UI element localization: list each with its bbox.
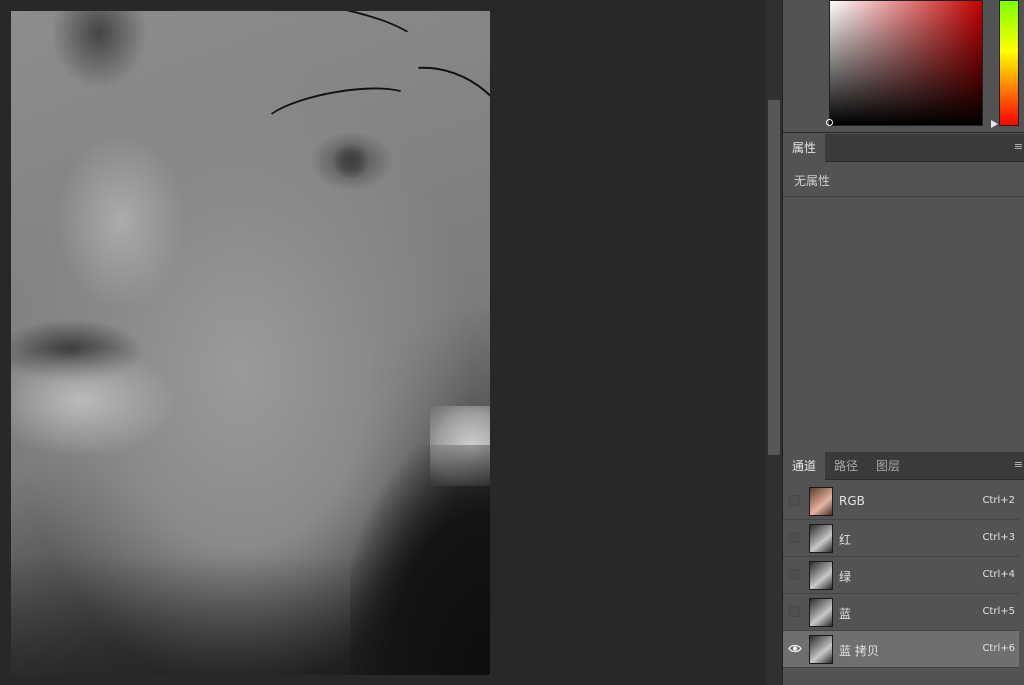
tab-layers[interactable]: 图层 (867, 452, 909, 480)
channel-name: 蓝 (839, 607, 852, 621)
channel-shortcut: Ctrl+4 (982, 569, 1015, 580)
panel-menu-icon[interactable]: ≡ (1014, 141, 1023, 152)
channel-row-rgb[interactable]: RGB Ctrl+2 (783, 483, 1019, 520)
color-picker-marker[interactable] (826, 119, 833, 126)
panel-menu-icon[interactable]: ≡ (1014, 459, 1023, 470)
channel-list: RGB Ctrl+2 红 Ctrl+3 绿 Ctrl+4 蓝 Ctrl+5 蓝 … (783, 483, 1019, 668)
color-panel (783, 0, 1024, 133)
tab-channels[interactable]: 通道 (783, 452, 826, 480)
grayscale-portrait-image[interactable] (11, 11, 490, 675)
visibility-toggle[interactable] (789, 495, 800, 506)
channels-panel: 通道 路径 图层 ≡ RGB Ctrl+2 红 Ctrl+3 绿 Ctrl+4 … (783, 452, 1024, 685)
channels-tabbar: 通道 路径 图层 ≡ (783, 452, 1024, 480)
eye-icon[interactable] (788, 643, 802, 654)
channel-name: 红 (839, 533, 852, 547)
channel-shortcut: Ctrl+6 (982, 643, 1015, 654)
visibility-toggle[interactable] (789, 569, 800, 580)
channel-thumbnail (809, 635, 833, 664)
right-panel-dock: 属性 ≡ 无属性 通道 路径 图层 ≡ RGB Ctrl+2 红 Ctrl+3 (782, 0, 1024, 685)
channel-thumbnail (809, 524, 833, 553)
no-properties-text: 无属性 (794, 174, 831, 188)
scrollbar-thumb[interactable] (768, 100, 780, 455)
channel-name: 蓝 拷贝 (839, 644, 879, 658)
channel-shortcut: Ctrl+2 (982, 495, 1015, 506)
channel-row-blue[interactable]: 蓝 Ctrl+5 (783, 594, 1019, 631)
hue-slider[interactable] (999, 0, 1019, 126)
tab-paths[interactable]: 路径 (825, 452, 867, 480)
document-canvas[interactable] (0, 0, 766, 685)
hue-slider-arrow-icon[interactable] (991, 120, 998, 128)
channel-row-red[interactable]: 红 Ctrl+3 (783, 520, 1019, 557)
channel-thumbnail (809, 487, 833, 516)
channel-shortcut: Ctrl+5 (982, 606, 1015, 617)
visibility-toggle[interactable] (789, 532, 800, 543)
channel-row-green[interactable]: 绿 Ctrl+4 (783, 557, 1019, 594)
vertical-scrollbar[interactable] (766, 0, 782, 685)
tab-properties[interactable]: 属性 (783, 134, 826, 162)
hair-shadow (350, 445, 490, 675)
color-saturation-field[interactable] (829, 0, 983, 126)
channel-thumbnail (809, 598, 833, 627)
properties-panel: 属性 ≡ 无属性 (783, 134, 1024, 450)
channel-thumbnail (809, 561, 833, 590)
channel-row-blue-copy[interactable]: 蓝 拷贝 Ctrl+6 (783, 631, 1019, 668)
divider (783, 196, 1024, 197)
channel-name: 绿 (839, 570, 852, 584)
channel-shortcut: Ctrl+3 (982, 532, 1015, 543)
visibility-toggle[interactable] (789, 606, 800, 617)
channel-name: RGB (839, 494, 865, 508)
properties-tabbar: 属性 ≡ (783, 134, 1024, 162)
